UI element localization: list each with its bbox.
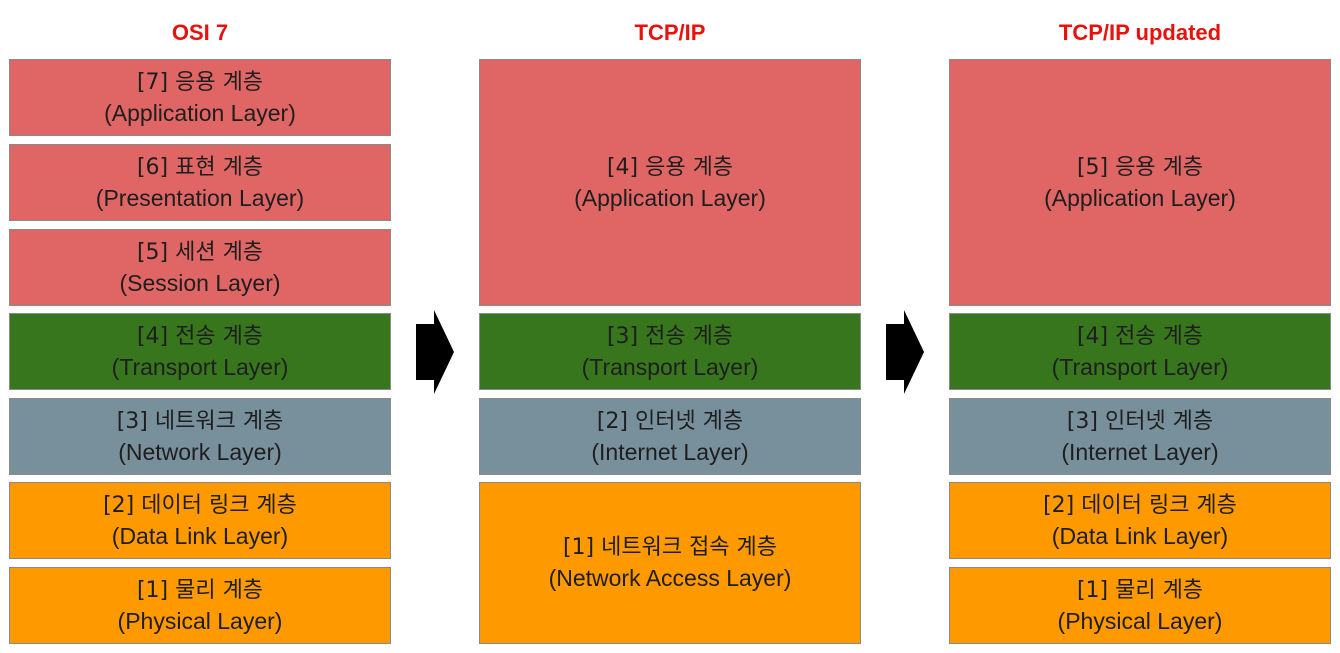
layer-label-ko: [7] 응용 계층 [136, 69, 264, 95]
layer-label-en: (Application Layer) [104, 99, 296, 126]
layer-label-en: (Application Layer) [1044, 184, 1236, 211]
tcpip-updated-application-layer: [5] 응용 계층 (Application Layer) [949, 59, 1331, 306]
osi7-network-layer: [3] 네트워크 계층 (Network Layer) [9, 398, 391, 475]
tcpip-updated-internet-layer: [3] 인터넷 계층 (Internet Layer) [949, 398, 1331, 475]
osi7-session-layer: [5] 세션 계층 (Session Layer) [9, 229, 391, 306]
layer-label-ko: [3] 인터넷 계층 [1066, 408, 1214, 434]
layer-label-en: (Physical Layer) [1057, 607, 1223, 634]
layer-label-en: (Internet Layer) [591, 438, 749, 465]
tcpip-internet-layer: [2] 인터넷 계층 (Internet Layer) [479, 398, 861, 475]
layer-label-ko: [5] 세션 계층 [136, 239, 264, 265]
layer-label-ko: [2] 인터넷 계층 [596, 408, 744, 434]
layer-label-en: (Data Link Layer) [111, 522, 289, 549]
right-arrow-icon [416, 310, 454, 394]
layer-label-en: (Session Layer) [119, 269, 281, 296]
layer-label-ko: [3] 네트워크 계층 [116, 408, 284, 434]
layer-label-ko: [3] 전송 계층 [606, 323, 734, 349]
tcpip-application-layer: [4] 응용 계층 (Application Layer) [479, 59, 861, 306]
osi7-transport-layer: [4] 전송 계층 (Transport Layer) [9, 313, 391, 390]
right-arrow-icon [886, 310, 924, 394]
osi7-title: OSI 7 [171, 20, 229, 45]
layer-label-en: (Transport Layer) [581, 353, 759, 380]
layer-label-ko: [1] 물리 계층 [1076, 577, 1204, 603]
layer-label-en: (Presentation Layer) [95, 184, 305, 211]
layer-label-ko: [5] 응용 계층 [1076, 154, 1204, 180]
layer-label-en: (Physical Layer) [117, 607, 283, 634]
layer-label-en: (Network Layer) [118, 438, 282, 465]
tcpip-updated-transport-layer: [4] 전송 계층 (Transport Layer) [949, 313, 1331, 390]
layer-label-ko: [6] 표현 계층 [136, 154, 264, 180]
layer-label-en: (Data Link Layer) [1051, 522, 1229, 549]
layer-label-ko: [4] 전송 계층 [1076, 323, 1204, 349]
osi7-data-link-layer: [2] 데이터 링크 계층 (Data Link Layer) [9, 482, 391, 559]
osi7-presentation-layer: [6] 표현 계층 (Presentation Layer) [9, 144, 391, 221]
tcpip-updated-physical-layer: [1] 물리 계층 (Physical Layer) [949, 567, 1331, 644]
tcpip-transport-layer: [3] 전송 계층 (Transport Layer) [479, 313, 861, 390]
tcpip-network-access-layer: [1] 네트워크 접속 계층 (Network Access Layer) [479, 482, 861, 644]
layer-label-ko: [1] 네트워크 접속 계층 [562, 535, 778, 560]
layer-label-en: (Internet Layer) [1061, 438, 1219, 465]
tcpip-updated-data-link-layer: [2] 데이터 링크 계층 (Data Link Layer) [949, 482, 1331, 559]
layer-label-en: (Network Access Layer) [548, 565, 792, 591]
tcpip-updated-title: TCP/IP updated [1058, 20, 1222, 45]
layer-label-ko: [4] 전송 계층 [136, 323, 264, 349]
osi7-application-layer: [7] 응용 계층 (Application Layer) [9, 59, 391, 136]
layer-label-en: (Application Layer) [574, 184, 766, 211]
layer-label-ko: [2] 데이터 링크 계층 [103, 492, 297, 518]
layer-label-ko: [1] 물리 계층 [136, 577, 264, 603]
tcpip-title: TCP/IP [634, 20, 706, 45]
layer-label-en: (Transport Layer) [111, 353, 289, 380]
layer-label-ko: [4] 응용 계층 [606, 154, 734, 180]
osi7-physical-layer: [1] 물리 계층 (Physical Layer) [9, 567, 391, 644]
layer-label-ko: [2] 데이터 링크 계층 [1043, 492, 1237, 518]
layer-label-en: (Transport Layer) [1051, 353, 1229, 380]
